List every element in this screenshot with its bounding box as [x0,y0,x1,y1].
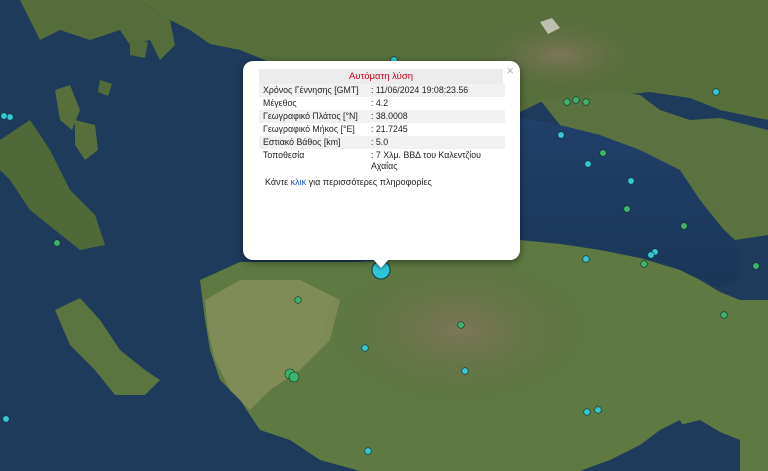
value-magnitude: : 4.2 [371,98,389,108]
popup-pointer [372,258,390,268]
value-depth: : 5.0 [367,136,505,149]
earthquake-marker[interactable] [584,160,592,168]
earthquake-marker[interactable] [563,98,571,106]
row-location: Τοποθεσία : 7 Χλμ. ΒΒΔ του Καλεντζίου Αχα… [259,149,505,173]
more-info-link[interactable]: κλικ [291,177,307,187]
earthquake-marker[interactable] [627,177,635,185]
label-latitude: Γεωγραφικό Πλάτος [°N] [259,110,367,123]
earthquake-marker[interactable] [582,255,590,263]
row-latitude: Γεωγραφικό Πλάτος [°N]: 38.0008 [259,110,505,123]
more-info-text: Κάντε κλικ για περισσότερες πληροφορίες [265,177,506,187]
earthquake-marker[interactable] [0,112,8,120]
row-longitude: Γεωγραφικό Μήκος [°E] : 21.7245 [259,123,505,136]
value-latitude: : 38.0008 [367,110,505,123]
event-info-table: Χρόνος Γέννησης [GMT]: 11/06/2024 19:08:… [259,84,505,173]
value-location: : 7 Χλμ. ΒΒΔ του Καλεντζίου Αχαΐας [371,150,481,171]
popup-title: Αυτόματη λύση [259,69,503,84]
earthquake-marker[interactable] [594,406,602,414]
earthquake-marker[interactable] [623,205,631,213]
label-magnitude: Μέγεθος [263,98,297,108]
earthquake-marker[interactable] [640,260,648,268]
row-magnitude: Μέγεθος : 4.2 [259,97,505,110]
earthquake-marker[interactable] [53,239,61,247]
label-depth: Εστιακό Βάθος [km] [259,136,367,149]
earthquake-marker[interactable] [583,408,591,416]
earthquake-marker[interactable] [361,344,369,352]
label-longitude: Γεωγραφικό Μήκος [°E] [263,124,355,134]
earthquake-marker[interactable] [599,149,607,157]
more-info-suffix: για περισσότερες πληροφορίες [306,177,432,187]
earthquake-marker[interactable] [461,367,469,375]
earthquake-marker[interactable] [557,131,565,139]
earthquake-marker[interactable] [712,88,720,96]
value-origin-time: : 11/06/2024 19:08:23.56 [367,84,505,97]
label-location: Τοποθεσία [263,150,305,160]
earthquake-marker[interactable] [2,415,10,423]
earthquake-marker[interactable] [680,222,688,230]
earthquake-marker[interactable] [647,251,655,259]
earthquake-marker[interactable] [288,371,300,383]
earthquake-marker[interactable] [720,311,728,319]
mountain-ridge [320,250,600,410]
earthquake-marker[interactable] [457,321,465,329]
row-depth: Εστιακό Βάθος [km]: 5.0 [259,136,505,149]
earthquake-popup: × Αυτόματη λύση Χρόνος Γέννησης [GMT]: 1… [243,61,520,260]
row-origin-time: Χρόνος Γέννησης [GMT]: 11/06/2024 19:08:… [259,84,505,97]
value-longitude: : 21.7245 [371,124,408,134]
more-info-prefix: Κάντε [265,177,291,187]
earthquake-marker[interactable] [582,98,590,106]
close-button[interactable]: × [506,64,514,77]
earthquake-marker[interactable] [364,447,372,455]
label-origin-time: Χρόνος Γέννησης [GMT] [259,84,367,97]
earthquake-marker[interactable] [752,262,760,270]
earthquake-marker[interactable] [6,113,14,121]
earthquake-marker[interactable] [294,296,302,304]
earthquake-marker[interactable] [572,96,580,104]
